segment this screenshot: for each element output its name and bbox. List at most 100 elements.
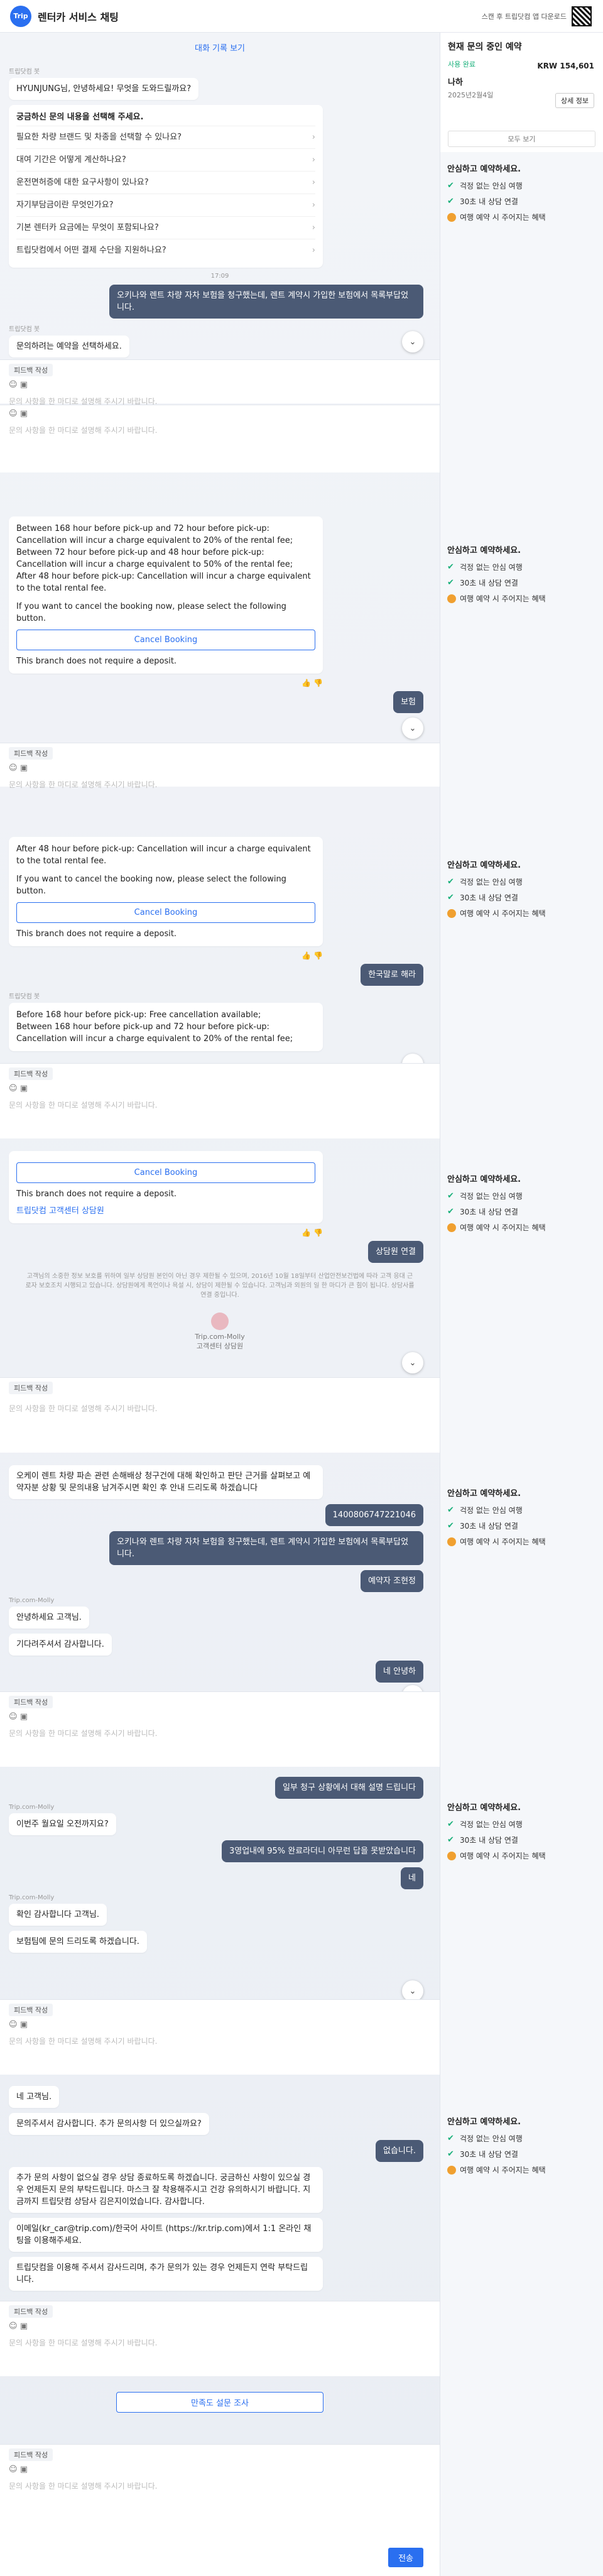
scroll-down-button[interactable]: ⌄ (402, 1980, 423, 2002)
bot-message: 문의하려는 예약을 선택하세요. (9, 336, 129, 357)
emoji-icon[interactable]: ☺ (9, 1084, 18, 1093)
message-input[interactable]: 문의 사항을 한 마디로 설명해 주시기 바랍니다. (0, 1400, 440, 1416)
faq-item[interactable]: 대여 기간은 어떻게 계산하나요? › (16, 148, 315, 171)
image-icon[interactable]: ▣ (20, 2322, 28, 2331)
agent-message: 이메일(kr_car@trip.com)/한국어 사이트 (https://kr… (9, 2218, 323, 2252)
emoji-icon[interactable]: ☺ (9, 2322, 18, 2331)
emoji-icon[interactable]: ☺ (9, 2465, 18, 2474)
cancel-booking-button[interactable]: Cancel Booking (16, 902, 315, 923)
user-message: 한국말로 해라 (361, 964, 423, 986)
assurance-item: ✔ 걱정 없는 안심 여행 (447, 180, 523, 190)
chevron-right-icon: › (312, 133, 315, 142)
assurance-heading: 안심하고 예약하세요. (447, 2117, 521, 2127)
message-input[interactable]: 문의 사항을 한 마디로 설명해 주시기 바랍니다. (0, 1097, 440, 1113)
image-icon[interactable]: ▣ (20, 1084, 28, 1093)
chat-section-7: 네 고객님. 문의주셔서 감사합니다. 추가 문의사항 더 있으실까요? 없습니… (0, 2081, 440, 2339)
image-icon[interactable]: ▣ (20, 380, 28, 390)
image-icon[interactable]: ▣ (20, 2020, 28, 2029)
composer-toolbar: ☺ ▣ (0, 1080, 440, 1097)
sender-label: 트립닷컴 봇 (9, 326, 40, 333)
faq-item[interactable]: 기본 렌터카 요금에는 무엇이 포함되나요? › (16, 216, 315, 239)
faq-item[interactable]: 트립닷컴에서 어떤 결제 수단을 지원하나요? › (16, 239, 315, 261)
deposit-note: This branch does not require a deposit. (16, 657, 177, 666)
reservation-price: KRW 154,601 (537, 62, 594, 70)
cancel-intro: If you want to cancel the booking now, p… (16, 602, 286, 623)
assurance-item: ✔ 30초 내 상담 연결 (447, 892, 518, 902)
image-icon[interactable]: ▣ (20, 409, 28, 418)
chat-section-8: 만족도 설문 조사 (0, 2386, 440, 2430)
app-title: 렌터카 서비스 채팅 (38, 11, 119, 23)
scroll-down-button[interactable]: ⌄ (402, 331, 423, 352)
message-input[interactable]: 문의 사항을 한 마디로 설명해 주시기 바랍니다. (0, 2335, 440, 2350)
assurance-item: ✔ 걱정 없는 안심 여행 (447, 1191, 523, 1201)
sender-label: Trip.com-Molly (9, 1597, 55, 1604)
feedback-icons[interactable]: 👍 👎 (0, 951, 323, 960)
user-message: 오키나와 렌트 차량 자차 보험을 청구했는데, 렌트 계약시 가입한 보험에서… (109, 1531, 423, 1565)
benefit-icon (447, 1851, 456, 1860)
message-input[interactable]: 문의 사항을 한 마디로 설명해 주시기 바랍니다. (0, 422, 440, 438)
survey-button[interactable]: 만족도 설문 조사 (116, 2392, 323, 2413)
assurance-item: ✔ 30초 내 상담 연결 (447, 1835, 518, 1845)
feedback-tab[interactable]: 피드백 작성 (9, 1382, 53, 1394)
assurance-item: ✔ 30초 내 상담 연결 (447, 1206, 518, 1216)
view-all-button[interactable]: 모두 보기 (448, 131, 595, 147)
image-icon[interactable]: ▣ (20, 763, 28, 773)
cancel-booking-button[interactable]: Cancel Booking (16, 1162, 315, 1183)
assurance-heading: 안심하고 예약하세요. (447, 1489, 521, 1498)
history-link[interactable]: 대화 기록 보기 (0, 33, 440, 62)
assurance-item: ✔ 30초 내 상담 연결 (447, 1520, 518, 1531)
emoji-icon[interactable]: ☺ (9, 763, 18, 773)
agent-message: 확인 감사합니다 고객님. (9, 1904, 107, 1926)
scroll-down-button[interactable]: ⌄ (402, 1352, 423, 1373)
emoji-icon[interactable]: ☺ (9, 409, 18, 418)
message-input[interactable]: 문의 사항을 한 마디로 설명해 주시기 바랍니다. (0, 777, 440, 792)
deposit-note: This branch does not require a deposit. (16, 1189, 177, 1199)
faq-item[interactable]: 필요한 차량 브랜드 및 차종을 선택할 수 있나요? › (16, 126, 315, 148)
scroll-down-button[interactable]: ⌄ (402, 718, 423, 739)
chevron-right-icon: › (312, 178, 315, 187)
feedback-tab[interactable]: 피드백 작성 (9, 2305, 53, 2318)
detail-button[interactable]: 상세 정보 (555, 93, 594, 108)
composer-toolbar: ☺ ▣ (0, 2318, 440, 2335)
cs-link[interactable]: 트립닷컴 고객센터 상담원 (16, 1205, 315, 1217)
check-icon: ✔ (447, 1505, 454, 1515)
composer-toolbar: ☺ ▣ (0, 2016, 440, 2033)
image-icon[interactable]: ▣ (20, 1712, 28, 1722)
check-icon: ✔ (447, 1819, 454, 1829)
feedback-tab[interactable]: 피드백 작성 (9, 2004, 53, 2016)
message-input[interactable]: 문의 사항을 한 마디로 설명해 주시기 바랍니다. (0, 2478, 440, 2494)
image-icon[interactable]: ▣ (20, 2465, 28, 2474)
faq-item[interactable]: 운전면허증에 대한 요구사항이 있나요? › (16, 171, 315, 194)
feedback-tab[interactable]: 피드백 작성 (9, 1696, 53, 1708)
benefit-icon (447, 212, 456, 222)
message-input[interactable]: 문의 사항을 한 마디로 설명해 주시기 바랍니다. (0, 1725, 440, 1741)
assurance-item: 여행 예약 시 주어지는 혜택 (447, 908, 595, 919)
assurance-item: ✔ 걱정 없는 안심 여행 (447, 876, 523, 887)
qr-caption: 스캔 후 트립닷컴 앱 다운로드 (481, 13, 567, 21)
sender-label: Trip.com-Molly (9, 1804, 55, 1811)
assurance-item: ✔ 30초 내 상담 연결 (447, 196, 518, 206)
bot-message: HYUNJUNG님, 안녕하세요! 무엇을 도와드릴까요? (9, 78, 199, 100)
assurance-item: ✔ 걱정 없는 안심 여행 (447, 2133, 523, 2143)
feedback-tab[interactable]: 피드백 작성 (9, 1067, 53, 1080)
emoji-icon[interactable]: ☺ (9, 2020, 18, 2029)
emoji-icon[interactable]: ☺ (9, 1712, 18, 1722)
feedback-tab[interactable]: 피드백 작성 (9, 364, 53, 376)
agent-message: 추가 문의 사항이 없으실 경우 상담 종료하도록 하겠습니다. 궁금하신 사항… (9, 2167, 323, 2213)
chat-panel: 대화 기록 보기 트립닷컴 봇 HYUNJUNG님, 안녕하세요! 무엇을 도와… (0, 33, 440, 2576)
chevron-right-icon: › (312, 246, 315, 255)
check-icon: ✔ (447, 1520, 454, 1531)
feedback-tab[interactable]: 피드백 작성 (9, 2448, 53, 2461)
feedback-icons[interactable]: 👍 👎 (0, 679, 323, 687)
message-input[interactable]: 문의 사항을 한 마디로 설명해 주시기 바랍니다. (0, 2033, 440, 2049)
composer: 피드백 작성 ☺ ▣ 문의 사항을 한 마디로 설명해 주시기 바랍니다. 전송 (0, 2444, 440, 2576)
emoji-icon[interactable]: ☺ (9, 380, 18, 390)
agent-name: Trip.com-Molly (195, 1333, 245, 1341)
assurance-heading: 안심하고 예약하세요. (447, 1803, 521, 1813)
send-button[interactable]: 전송 (388, 2548, 423, 2567)
faq-item[interactable]: 자기부담금이란 무엇인가요? › (16, 194, 315, 216)
feedback-icons[interactable]: 👍 👎 (0, 1228, 323, 1237)
feedback-tab[interactable]: 피드백 작성 (9, 747, 53, 760)
agent-message: 트립닷컴을 이용해 주셔서 감사드리며, 추가 문의가 있는 경우 언제든지 연… (9, 2257, 323, 2291)
cancel-booking-button[interactable]: Cancel Booking (16, 630, 315, 650)
